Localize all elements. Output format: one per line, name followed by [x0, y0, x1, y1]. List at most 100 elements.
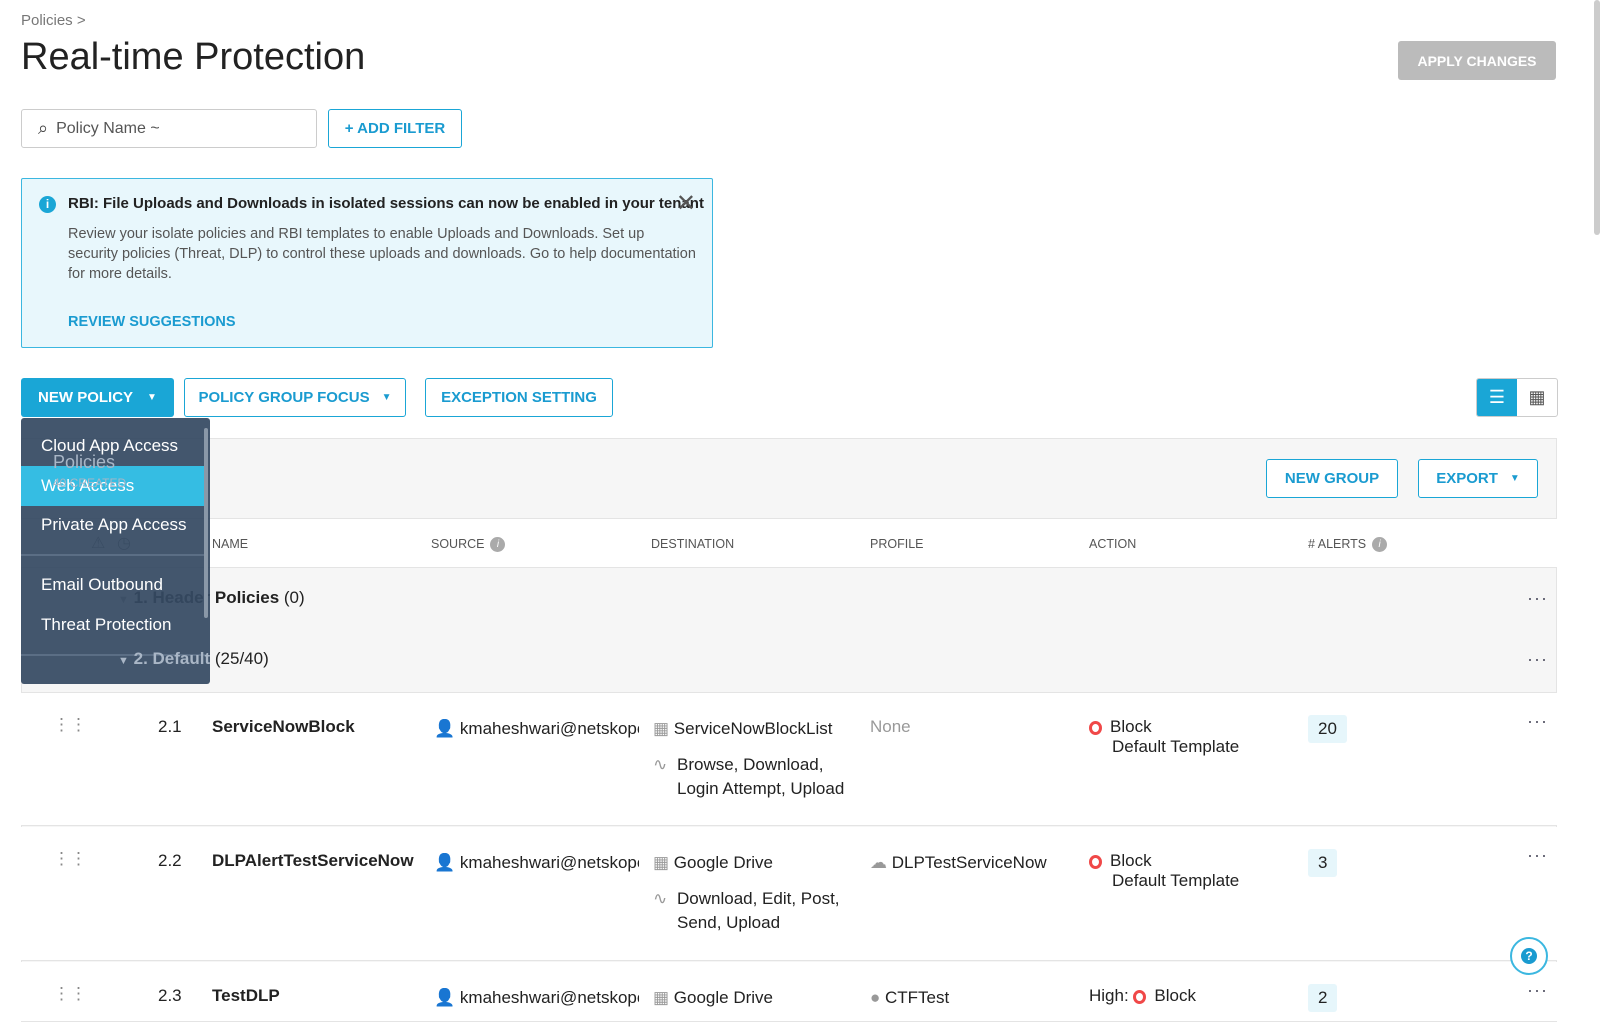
panel-title: Policies: [53, 452, 116, 472]
info-icon: i: [39, 196, 56, 213]
destination-value: ServiceNowBlockList: [673, 719, 833, 738]
block-icon: [1133, 989, 1147, 1004]
page-scrollbar[interactable]: [1594, 0, 1600, 235]
activity-icon: ∿: [653, 889, 668, 908]
breadcrumb[interactable]: Policies >: [21, 12, 86, 29]
group-count: (25/40): [214, 649, 269, 668]
user-icon: 👤: [434, 719, 456, 738]
column-alerts-label: # ALERTS: [1308, 537, 1367, 551]
group-name: 2. Default: [133, 649, 211, 668]
add-filter-button[interactable]: + ADD FILTER: [328, 109, 462, 148]
more-icon[interactable]: ···: [1527, 588, 1548, 609]
block-icon: [1089, 720, 1102, 735]
policy-source: 👤 kmaheshwari@netskope: [434, 853, 639, 873]
caret-down-icon: ▼: [147, 392, 157, 403]
panel-subtitle: 40 CREATED: [53, 476, 127, 490]
policy-profile: ● CTFTest: [870, 988, 949, 1008]
caret-down-icon: ▼: [381, 392, 392, 403]
group-count: (0): [283, 588, 305, 607]
alerts-badge[interactable]: 2: [1308, 984, 1338, 1012]
policy-activities: ∿ Download, Edit, Post, Send, Upload: [653, 887, 853, 935]
policy-name[interactable]: ServiceNowBlock: [212, 717, 355, 737]
activity-icon: ∿: [653, 755, 668, 774]
export-label: EXPORT: [1436, 470, 1498, 487]
block-icon: [1089, 854, 1102, 869]
column-profile[interactable]: PROFILE: [870, 537, 924, 551]
column-source[interactable]: SOURCE i: [431, 537, 506, 553]
drag-handle-icon[interactable]: ⋮⋮: [53, 849, 87, 869]
column-alerts[interactable]: # ALERTS i: [1308, 537, 1388, 553]
caret-down-icon: ▼: [118, 655, 129, 667]
new-policy-dropdown-menu: Cloud App Access Web Access Private App …: [21, 418, 210, 684]
action-value: Block: [1110, 717, 1152, 736]
policy-destination: ▦ Google Drive: [653, 853, 773, 873]
user-icon: 👤: [434, 853, 456, 872]
search-icon: ⌕: [38, 118, 49, 138]
close-icon[interactable]: ✕: [676, 189, 696, 218]
more-icon[interactable]: ···: [1527, 649, 1548, 670]
policy-profile: None: [870, 717, 911, 736]
table-view-icon[interactable]: ▦: [1517, 379, 1557, 416]
menu-scrollbar[interactable]: [204, 428, 208, 618]
alerts-badge[interactable]: 3: [1308, 849, 1338, 877]
source-value: kmaheshwari@netskope: [459, 719, 639, 738]
info-icon[interactable]: i: [490, 537, 506, 553]
app-list-icon: ▦: [653, 719, 670, 738]
new-policy-button[interactable]: NEW POLICY ▼: [21, 378, 174, 417]
menu-item-email-outbound[interactable]: Email Outbound: [21, 565, 206, 605]
activities-value: Browse, Download, Login Attempt, Upload: [677, 755, 845, 798]
help-button[interactable]: ?: [1510, 937, 1548, 975]
policy-activities: ∿ Browse, Download, Login Attempt, Upload: [653, 753, 863, 801]
list-view-icon[interactable]: ☰: [1477, 379, 1517, 416]
review-suggestions-link[interactable]: REVIEW SUGGESTIONS: [68, 314, 236, 330]
policy-name[interactable]: DLPAlertTestServiceNow: [212, 851, 414, 871]
apply-changes-button[interactable]: APPLY CHANGES: [1398, 41, 1556, 80]
activities-value: Download, Edit, Post, Send, Upload: [677, 889, 840, 932]
policy-name[interactable]: TestDLP: [212, 986, 280, 1006]
menu-item-threat-protection[interactable]: Threat Protection: [21, 605, 206, 645]
source-value: kmaheshwari@netskope: [459, 853, 639, 872]
policy-action: Block Default Template: [1089, 717, 1239, 757]
table-row[interactable]: ⋮⋮ 2.2 DLPAlertTestServiceNow 👤 kmaheshw…: [21, 827, 1557, 961]
policy-group-focus-button[interactable]: POLICY GROUP FOCUS ▼: [184, 378, 406, 417]
banner-body: Review your isolate policies and RBI tem…: [68, 226, 696, 282]
destination-value: Google Drive: [673, 853, 774, 872]
more-icon[interactable]: ···: [1527, 711, 1548, 732]
column-destination[interactable]: DESTINATION: [651, 537, 734, 551]
policy-group-focus-label: POLICY GROUP FOCUS: [198, 389, 370, 406]
banner-heading: RBI: File Uploads and Downloads in isola…: [68, 195, 704, 212]
policy-number: 2.2: [158, 851, 182, 870]
info-icon[interactable]: i: [1372, 537, 1388, 553]
policy-destination: ▦ ServiceNowBlockList: [653, 719, 833, 739]
caret-down-icon: ▼: [1509, 473, 1520, 484]
group-default[interactable]: ▼ 2. Default (25/40): [118, 649, 269, 669]
column-action[interactable]: ACTION: [1089, 537, 1136, 551]
export-button[interactable]: EXPORT ▼: [1418, 459, 1538, 498]
policy-number: 2.1: [158, 717, 182, 736]
app-grid-icon: ▦: [653, 853, 670, 872]
table-row[interactable]: ⋮⋮ 2.3 TestDLP 👤 kmaheshwari@netskope ▦ …: [21, 962, 1557, 1022]
new-policy-label: NEW POLICY: [38, 389, 134, 406]
action-value: Block: [1154, 986, 1196, 1005]
policy-destination: ▦ Google Drive: [653, 988, 773, 1008]
drag-handle-icon[interactable]: ⋮⋮: [53, 715, 87, 735]
view-toggle: ☰ ▦: [1476, 378, 1558, 417]
new-group-button[interactable]: NEW GROUP: [1266, 459, 1398, 498]
more-icon[interactable]: ···: [1527, 845, 1548, 866]
search-input[interactable]: ⌕ Policy Name ~: [21, 109, 317, 148]
alerts-badge[interactable]: 20: [1308, 715, 1347, 743]
policy-source: 👤 kmaheshwari@netskope: [434, 719, 639, 739]
menu-divider: [21, 554, 206, 556]
table-row[interactable]: ⋮⋮ 2.1 ServiceNowBlock 👤 kmaheshwari@net…: [21, 692, 1557, 826]
policy-action: High: Block: [1089, 986, 1196, 1006]
menu-item-private-app-access[interactable]: Private App Access: [21, 505, 206, 545]
drag-handle-icon[interactable]: ⋮⋮: [53, 984, 87, 1004]
info-banner: i RBI: File Uploads and Downloads in iso…: [21, 178, 713, 348]
column-source-label: SOURCE: [431, 537, 485, 551]
action-severity: High:: [1089, 986, 1129, 1005]
help-icon: ?: [1521, 948, 1537, 964]
template-value: Default Template: [1112, 871, 1240, 890]
exception-setting-button[interactable]: EXCEPTION SETTING: [425, 378, 613, 417]
column-name[interactable]: NAME: [212, 537, 248, 551]
action-value: Block: [1110, 851, 1152, 870]
